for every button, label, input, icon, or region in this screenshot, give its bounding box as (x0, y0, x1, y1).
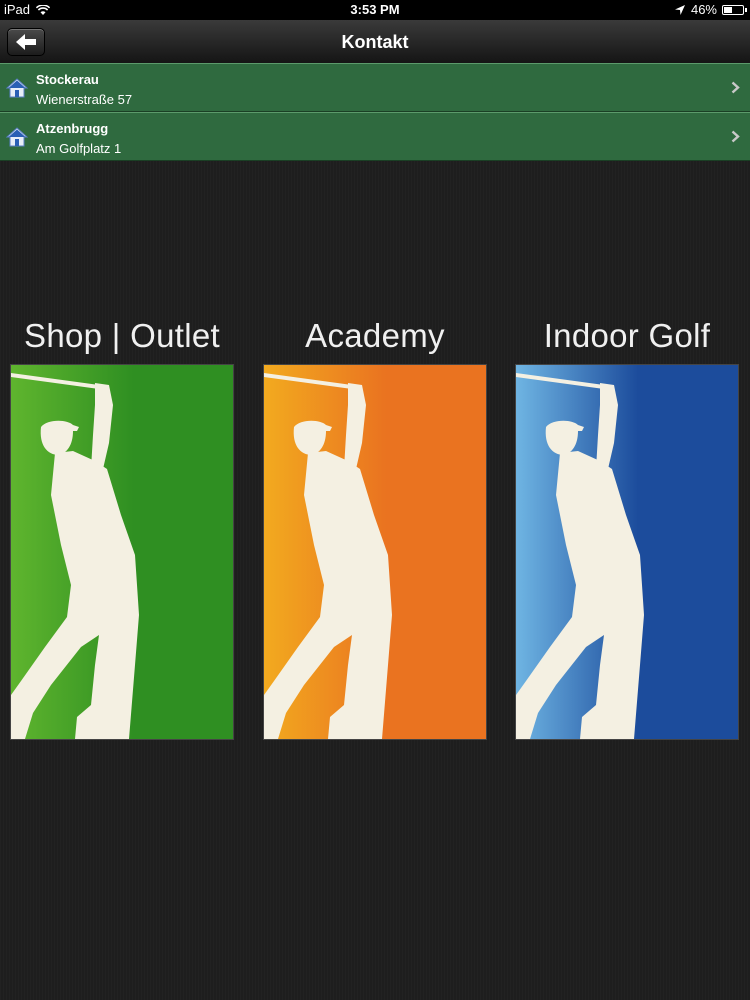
page-title: Kontakt (341, 32, 409, 52)
brand-logo-card (515, 364, 739, 740)
location-row-stockerau[interactable]: Stockerau Wienerstraße 57 (0, 63, 750, 112)
golfer-logo (264, 365, 486, 739)
battery-fill (724, 7, 732, 13)
brand-title: Indoor Golf (543, 317, 711, 354)
navigation-bar: Kontakt (0, 20, 750, 65)
location-address: Wienerstraße 57 (36, 92, 133, 107)
brand-indoor-golf[interactable]: Indoor Golf (515, 314, 739, 740)
brand-logo-card (10, 364, 234, 740)
location-name: Atzenbrugg (36, 121, 109, 136)
brand-logo-card (263, 364, 487, 740)
location-address: Am Golfplatz 1 (36, 141, 122, 156)
brand-academy[interactable]: Academy (263, 314, 487, 740)
golfer-logo (516, 365, 738, 739)
house-icon (6, 127, 28, 147)
brand-title: Academy (305, 317, 445, 354)
brand-title: Shop | Outlet (24, 317, 220, 354)
clock: 3:53 PM (350, 2, 400, 17)
chevron-right-icon (731, 130, 740, 143)
status-bar: iPad 3:53 PM 46% (0, 0, 750, 20)
location-list: Stockerau Wienerstraße 57 Atzenbrugg Am … (0, 63, 750, 161)
status-right: 46% (674, 0, 747, 20)
location-arrow-icon (674, 5, 685, 15)
chevron-right-icon (731, 81, 740, 94)
location-name: Stockerau (36, 72, 99, 87)
battery-icon (722, 5, 747, 15)
brand-shop-outlet[interactable]: Shop | Outlet (10, 314, 234, 740)
golfer-logo (11, 365, 233, 739)
house-icon (6, 78, 28, 98)
battery-percent: 46% (690, 2, 717, 17)
location-row-atzenbrugg[interactable]: Atzenbrugg Am Golfplatz 1 (0, 112, 750, 161)
